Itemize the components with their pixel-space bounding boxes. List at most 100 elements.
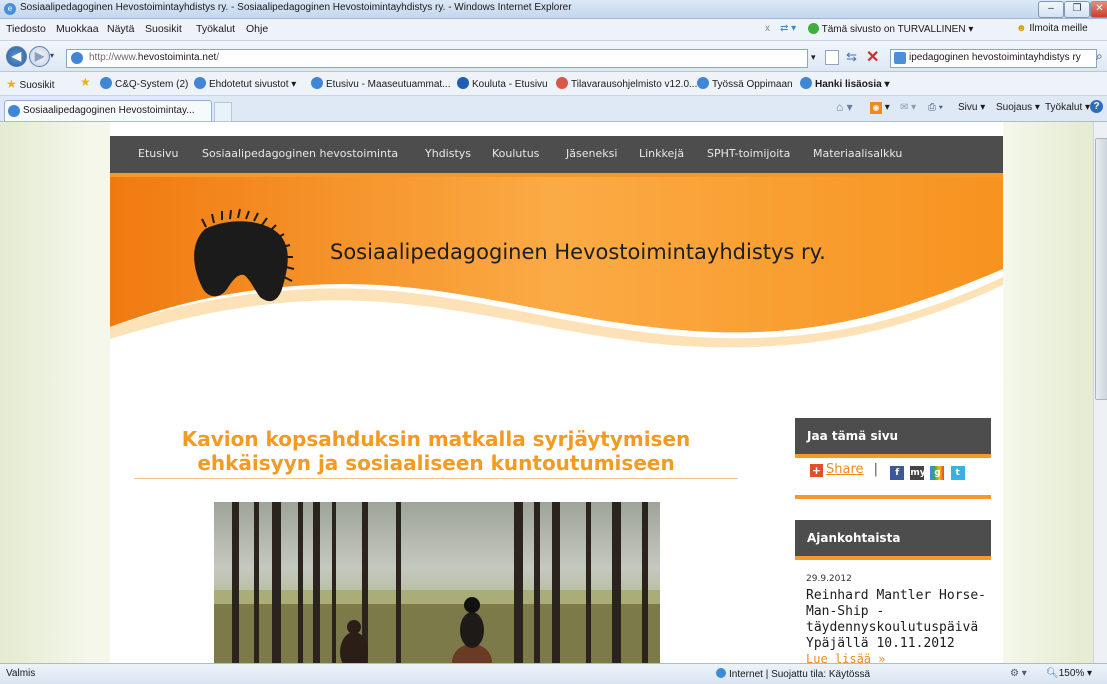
tab-active[interactable]: Sosiaalipedagoginen Hevostoimintay...	[4, 100, 212, 121]
url-suffix: /	[216, 52, 220, 63]
nav-koulutus[interactable]: Koulutus	[492, 147, 539, 160]
ie-page-icon	[194, 77, 206, 89]
menu-help[interactable]: Ohje	[246, 23, 268, 35]
print-icon[interactable]: ⎙ ▾	[928, 102, 943, 113]
fav-item-cq[interactable]: C&Q-System (2)	[100, 77, 188, 90]
zoom-options-icon[interactable]: ⚙ ▾	[1010, 668, 1027, 679]
people-icon: ☻	[1016, 23, 1027, 34]
twitter-icon[interactable]: t	[950, 466, 965, 480]
menu-favorites[interactable]: Suosikit	[145, 23, 182, 35]
share-link[interactable]: Share	[826, 462, 864, 477]
report-text: Ilmoita meille	[1029, 23, 1088, 34]
share-plus-icon[interactable]: +	[810, 464, 823, 477]
address-dropdown-icon[interactable]: ▾	[811, 52, 816, 63]
window-title: Sosiaalipedagoginen Hevostoimintayhdisty…	[20, 2, 572, 13]
fav-item-tyossa[interactable]: Työssä Oppimaan	[697, 77, 793, 90]
minimize-button[interactable]: –	[1038, 1, 1064, 18]
menu-bar: Tiedosto Muokkaa Näytä Suosikit Työkalut…	[0, 19, 1107, 41]
vertical-scrollbar[interactable]	[1093, 122, 1107, 663]
fav-item-suggested[interactable]: Ehdotetut sivustot ▾	[194, 77, 296, 90]
nav-etusivu[interactable]: Etusivu	[138, 147, 179, 160]
nav-jaseneksi[interactable]: Jäseneksi	[566, 147, 617, 160]
nav-spht-toimijoita[interactable]: SPHT-toimijoita	[707, 147, 790, 160]
read-more-link[interactable]: Lue lisää »	[806, 652, 885, 663]
scrollbar-thumb[interactable]	[1095, 138, 1107, 400]
news-title[interactable]: Reinhard Mantler Horse-Man-Ship -täydenn…	[806, 588, 986, 652]
share-box-bottom-accent	[795, 495, 991, 499]
feeds-button[interactable]: ◉ ▾	[870, 102, 890, 114]
share-box-accent	[795, 454, 991, 458]
menu-edit[interactable]: Muokkaa	[56, 23, 99, 35]
search-input[interactable]: ipedagoginen hevostoimintayhdistys ry	[890, 49, 1097, 68]
news-box-title: Ajankohtaista	[807, 531, 901, 545]
share-box-header: Jaa tämä sivu	[795, 418, 991, 454]
nav-materiaalisalkku[interactable]: Materiaalisalkku	[813, 147, 902, 160]
site-page: Etusivu Sosiaalipedagoginen hevostoimint…	[110, 122, 1003, 663]
share-separator: |	[873, 462, 879, 477]
address-input[interactable]: http://www.hevostoiminta.net/	[66, 49, 808, 68]
riders-in-forest-photo	[214, 502, 660, 663]
report-link[interactable]: ☻ Ilmoita meille	[1016, 23, 1088, 34]
nav-sosiaalipedagoginen[interactable]: Sosiaalipedagoginen hevostoiminta	[202, 147, 398, 160]
stop-icon[interactable]: ✕	[866, 47, 879, 67]
back-button[interactable]: ◀	[6, 46, 27, 67]
nav-yhdistys[interactable]: Yhdistys	[425, 147, 471, 160]
ie-page-icon	[697, 77, 709, 89]
tools-menu[interactable]: Työkalut ▾	[1045, 102, 1090, 113]
help-icon[interactable]: ?	[1090, 100, 1103, 113]
globe-icon	[716, 668, 726, 678]
menu-tools[interactable]: Työkalut	[196, 23, 235, 35]
security-rating[interactable]: Tämä sivusto on TURVALLINEN ▾	[808, 23, 973, 35]
facebook-icon[interactable]: f	[890, 466, 905, 480]
forward-button[interactable]: ▶	[29, 46, 50, 67]
close-window-button[interactable]: ✕	[1090, 1, 1107, 18]
refresh-icon[interactable]: ⇆	[846, 49, 857, 65]
globe-icon	[457, 77, 469, 89]
mail-icon[interactable]: ✉ ▾	[900, 102, 916, 113]
safety-menu-label: Suojaus	[996, 102, 1033, 113]
menu-file[interactable]: Tiedosto	[6, 23, 46, 35]
fav-item-tilavaraus[interactable]: Tilavarausohjelmisto v12.0...	[556, 77, 697, 90]
close-toolbar-icon[interactable]: x	[765, 23, 770, 34]
new-tab-button[interactable]	[214, 102, 232, 122]
page-viewport: Etusivu Sosiaalipedagoginen hevostoimint…	[0, 122, 1093, 663]
search-value: ipedagoginen hevostoimintayhdistys ry	[909, 52, 1081, 63]
fav-item-label: C&Q-System (2)	[115, 79, 189, 90]
add-favorite-icon[interactable]: ★	[80, 75, 91, 89]
wot-icon[interactable]: ⇄ ▾	[780, 23, 796, 34]
google-icon[interactable]: g	[930, 466, 945, 480]
maximize-button[interactable]: ❐	[1064, 1, 1090, 18]
headline-divider	[134, 478, 738, 479]
home-icon[interactable]: ⌂ ▾	[836, 100, 853, 114]
page-menu[interactable]: Sivu ▾	[958, 102, 985, 113]
fav-item-etusivu[interactable]: Etusivu - Maaseutuammat...	[311, 77, 451, 90]
zoom-level: 150%	[1058, 668, 1085, 679]
security-rating-text: Tämä sivusto on TURVALLINEN	[821, 24, 966, 35]
favorites-button[interactable]: ★ Suosikit	[6, 77, 55, 91]
ie-page-icon	[8, 105, 20, 117]
security-zone[interactable]: Internet | Suojattu tila: Käytössä	[716, 668, 870, 680]
forest-trees	[214, 502, 660, 663]
news-date: 29.9.2012	[806, 574, 852, 584]
history-dropdown-icon[interactable]: ▾	[50, 51, 54, 60]
fav-item-kouluta[interactable]: Kouluta - Etusivu	[457, 77, 548, 90]
fav-item-label: Etusivu - Maaseutuammat...	[326, 79, 451, 90]
rss-icon: ◉	[870, 102, 882, 114]
myspace-icon[interactable]: my	[910, 466, 926, 480]
fav-item-label: Ehdotetut sivustot	[209, 79, 289, 90]
search-icon[interactable]: ⌕	[1096, 49, 1103, 64]
safety-menu[interactable]: Suojaus ▾	[996, 102, 1040, 113]
zoom-control[interactable]: 🔍︎150% ▾	[1046, 668, 1092, 679]
window-title-bar: e Sosiaalipedagoginen Hevostoimintayhdis…	[0, 0, 1107, 19]
compatibility-view-icon[interactable]	[825, 50, 839, 65]
menu-view[interactable]: Näytä	[107, 23, 134, 35]
fav-item-label: Työssä Oppimaan	[712, 79, 793, 90]
tab-title: Sosiaalipedagoginen Hevostoimintay...	[23, 105, 195, 116]
site-navigation: Etusivu Sosiaalipedagoginen hevostoimint…	[110, 136, 1003, 173]
app-icon	[556, 77, 568, 89]
page-favicon-icon	[71, 52, 83, 64]
fav-item-addons[interactable]: Hanki lisäosia ▾	[800, 77, 890, 90]
page-headline: Kavion kopsahduksin matkalla syrjäytymis…	[181, 427, 691, 475]
ie-page-icon	[311, 77, 323, 89]
nav-linkkeja[interactable]: Linkkejä	[639, 147, 684, 160]
